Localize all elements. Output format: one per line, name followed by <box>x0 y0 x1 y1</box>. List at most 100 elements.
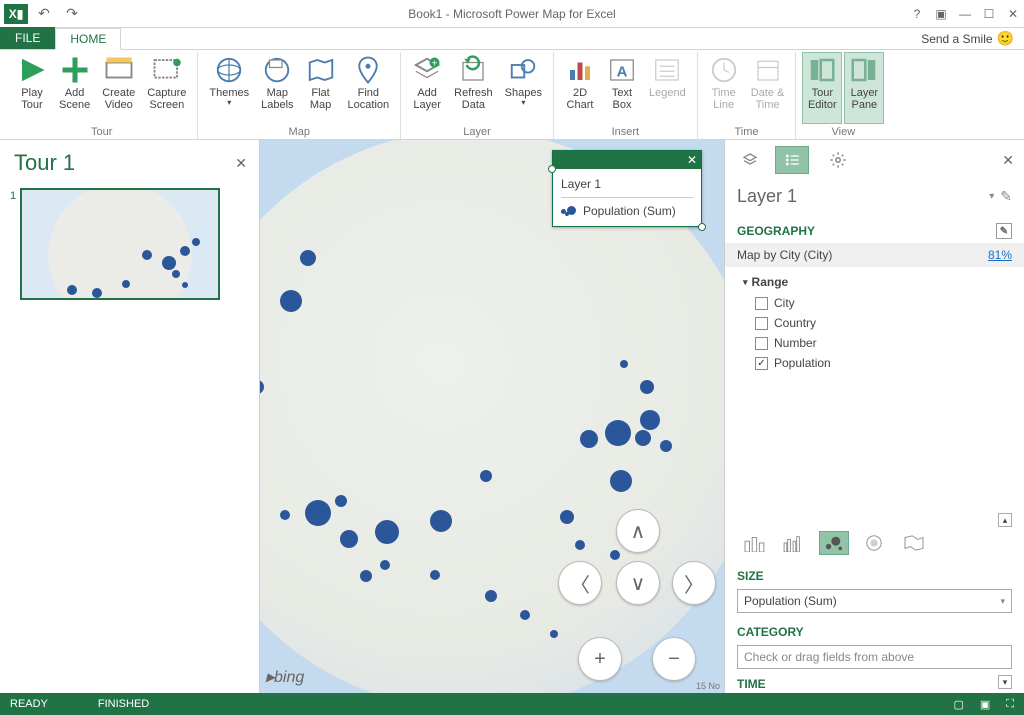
ribbon-group-view-label: View <box>832 124 856 139</box>
layer-pane-close[interactable]: ✕ <box>1002 152 1014 169</box>
checkbox-population[interactable] <box>755 357 768 370</box>
ribbon: Play Tour Add Scene Create Video Capture… <box>0 50 1024 140</box>
layer-pane-tab-fields[interactable] <box>775 146 809 174</box>
layer-name: Layer 1 <box>737 186 983 207</box>
send-smile-link[interactable]: Send a Smile 🙂 <box>921 30 1014 47</box>
scene-row[interactable]: 1 <box>0 182 259 306</box>
layer-rename-button[interactable]: ✎ <box>1000 188 1012 205</box>
labels-icon <box>262 55 292 85</box>
undo-button[interactable]: ↶ <box>32 4 56 24</box>
app-logo: X▮ <box>4 4 28 24</box>
zoom-out-button[interactable]: − <box>652 637 696 681</box>
range-toggle[interactable]: ▾Range <box>743 275 1006 289</box>
bubble-legend-icon <box>561 205 577 217</box>
field-population[interactable]: Population <box>755 353 1006 373</box>
ribbon-group-insert: 2D Chart A Text Box Legend Insert <box>554 52 698 139</box>
legend-icon <box>652 55 682 85</box>
checkbox-country[interactable] <box>755 317 768 330</box>
play-tour-button[interactable]: Play Tour <box>12 52 52 124</box>
geography-mapping-row: Map by City (City) 81% <box>725 243 1024 267</box>
chart-type-selector: ▴ <box>725 523 1024 563</box>
themes-button[interactable]: Themes▾ <box>204 52 254 124</box>
redo-button[interactable]: ↷ <box>60 4 84 24</box>
geography-confidence-link[interactable]: 81% <box>988 248 1012 262</box>
map-provider-logo: ▸bing <box>266 667 304 687</box>
layer-pane-button[interactable]: Layer Pane <box>844 52 884 124</box>
size-section: SIZE <box>725 563 1024 587</box>
tab-home[interactable]: HOME <box>55 28 121 50</box>
smile-icon: 🙂 <box>997 30 1014 47</box>
ribbon-group-time-label: Time <box>735 124 759 139</box>
clock-icon <box>709 55 739 85</box>
rotate-left-button[interactable]: 〈 <box>558 561 602 605</box>
map-labels-button[interactable]: Map Labels <box>256 52 298 124</box>
add-layer-button[interactable]: + Add Layer <box>407 52 447 124</box>
chart-type-region[interactable] <box>899 531 929 555</box>
close-button[interactable]: ✕ <box>1006 7 1020 21</box>
maximize-button[interactable]: ☐ <box>982 7 996 21</box>
map-legend-close[interactable]: ✕ <box>687 153 697 167</box>
checkbox-city[interactable] <box>755 297 768 310</box>
text-box-button[interactable]: A Text Box <box>602 52 642 124</box>
checkbox-number[interactable] <box>755 337 768 350</box>
tour-editor-button[interactable]: Tour Editor <box>802 52 842 124</box>
layer-dropdown[interactable]: ▾ <box>989 191 994 202</box>
help-button[interactable]: ? <box>910 7 924 21</box>
geography-edit-button[interactable]: ✎ <box>996 223 1012 239</box>
layer-pane-icon <box>849 55 879 85</box>
date-time-button[interactable]: Date & Time <box>746 52 790 124</box>
scene-thumbnail[interactable] <box>20 188 220 300</box>
svg-text:A: A <box>617 63 628 80</box>
tilt-up-button[interactable]: ∧ <box>616 509 660 553</box>
layer-pane: ✕ Layer 1 ▾ ✎ GEOGRAPHY ✎ Map by City (C… <box>724 140 1024 693</box>
ribbon-options-button[interactable]: ▣ <box>934 7 948 21</box>
size-field-drop[interactable]: Population (Sum)▾ <box>737 589 1012 613</box>
category-field-drop[interactable]: Check or drag fields from above <box>737 645 1012 669</box>
zoom-in-button[interactable]: + <box>578 637 622 681</box>
quick-access-toolbar: X▮ ↶ ↷ <box>0 4 84 24</box>
chart-type-stacked-column[interactable] <box>739 531 769 555</box>
find-location-button[interactable]: Find Location <box>343 52 395 124</box>
layer-pane-tab-settings[interactable] <box>821 146 855 174</box>
flat-map-button[interactable]: Flat Map <box>301 52 341 124</box>
chart-type-clustered-column[interactable] <box>779 531 809 555</box>
status-fullscreen[interactable]: ⛶ <box>1006 698 1014 711</box>
legend-series-name: Population (Sum) <box>583 204 676 218</box>
legend-layer-name: Layer 1 <box>561 177 693 198</box>
refresh-data-button[interactable]: Refresh Data <box>449 52 498 124</box>
status-view-2[interactable]: ▣ <box>980 698 990 711</box>
map-viewport[interactable]: ✕ Layer 1 Population (Sum) ∧ 〈 ∨ 〉 + − ▸… <box>260 140 724 693</box>
status-ready: READY <box>10 698 48 710</box>
ribbon-group-layer: + Add Layer Refresh Data Shapes▾ Layer <box>401 52 554 139</box>
tab-file[interactable]: FILE <box>0 27 55 49</box>
status-view-1[interactable]: ▢ <box>953 698 963 711</box>
field-number[interactable]: Number <box>755 333 1006 353</box>
ribbon-group-tour: Play Tour Add Scene Create Video Capture… <box>6 52 198 139</box>
rotate-right-button[interactable]: 〉 <box>672 561 716 605</box>
calendar-icon <box>753 55 783 85</box>
scroll-up-button[interactable]: ▴ <box>998 513 1012 527</box>
ribbon-group-layer-label: Layer <box>463 124 491 139</box>
status-bar: READY FINISHED ▢ ▣ ⛶ <box>0 693 1024 715</box>
field-country[interactable]: Country <box>755 313 1006 333</box>
capture-screen-button[interactable]: Capture Screen <box>142 52 191 124</box>
field-city[interactable]: City <box>755 293 1006 313</box>
map-legend[interactable]: ✕ Layer 1 Population (Sum) <box>552 150 702 227</box>
find-location-icon <box>353 55 383 85</box>
time-line-button[interactable]: Time Line <box>704 52 744 124</box>
legend-button[interactable]: Legend <box>644 52 691 124</box>
2d-chart-button[interactable]: 2D Chart <box>560 52 600 124</box>
chart-type-heatmap[interactable] <box>859 531 889 555</box>
create-video-button[interactable]: Create Video <box>97 52 140 124</box>
tour-panel-close[interactable]: ✕ <box>235 155 247 172</box>
svg-text:+: + <box>432 58 438 69</box>
tour-title: Tour 1 <box>14 150 75 176</box>
chart-type-bubble[interactable] <box>819 531 849 555</box>
add-scene-button[interactable]: Add Scene <box>54 52 95 124</box>
tilt-down-button[interactable]: ∨ <box>616 561 660 605</box>
shapes-button[interactable]: Shapes▾ <box>500 52 547 124</box>
minimize-button[interactable]: ― <box>958 7 972 21</box>
tour-editor-icon <box>807 55 837 85</box>
layer-pane-tab-layers[interactable] <box>733 146 767 174</box>
scroll-down-button[interactable]: ▾ <box>998 675 1012 689</box>
